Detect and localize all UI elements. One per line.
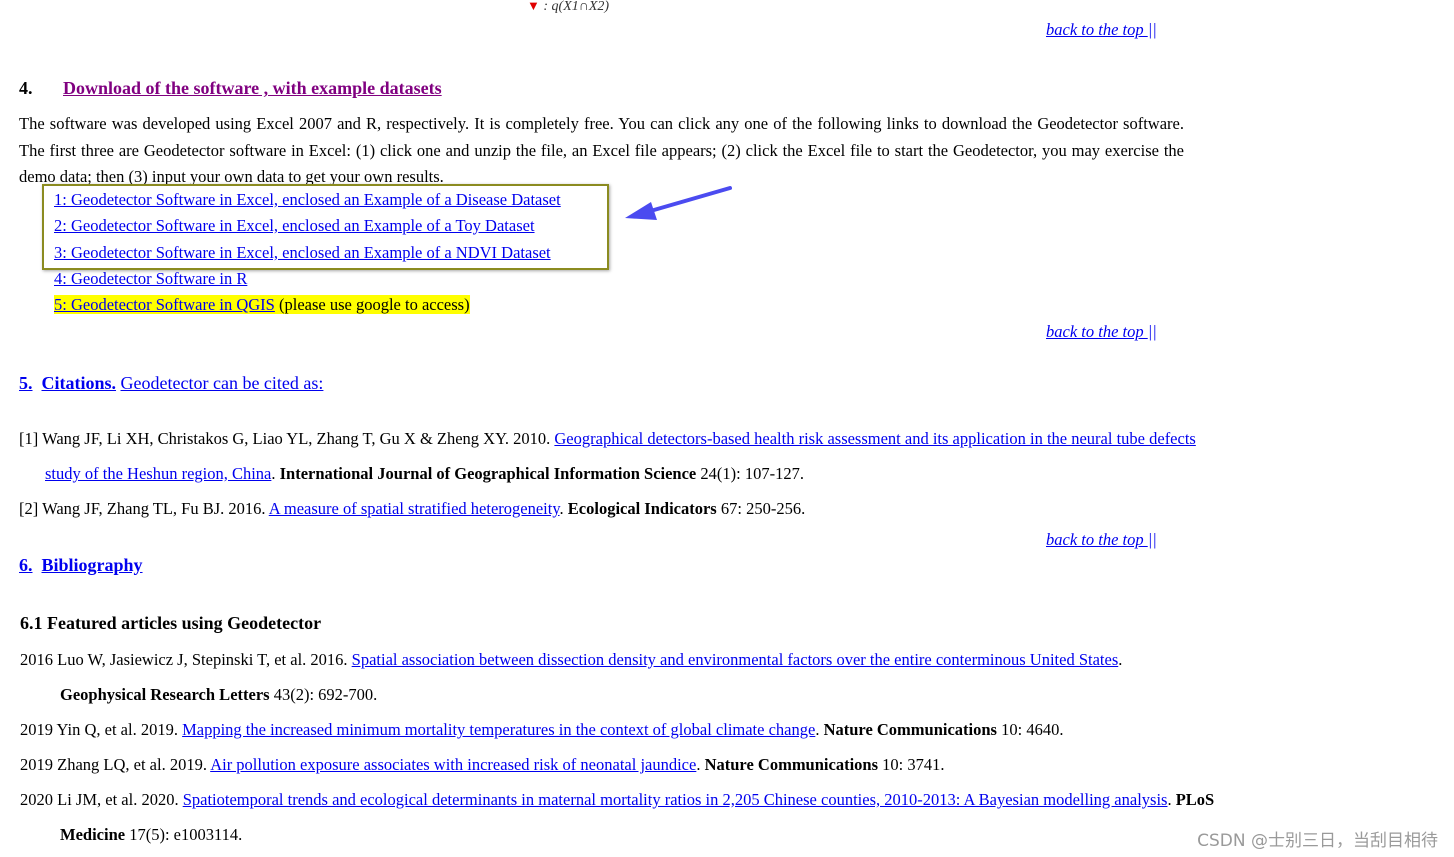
citation-1-suffix: 24(1): 107-127. [696, 464, 804, 483]
download-link-excel-ndvi[interactable]: 3: Geodetector Software in Excel, enclos… [54, 243, 551, 262]
download-link-excel-disease[interactable]: 1: Geodetector Software in Excel, enclos… [54, 190, 561, 209]
article-2: 2019 Yin Q, et al. 2019. Mapping the inc… [20, 720, 1064, 739]
section5-title-link[interactable]: Geodetector can be cited as: [121, 373, 324, 393]
back-to-top-sep: || [1147, 20, 1157, 39]
article-4-prefix: 2020 Li JM, et al. 2020. [20, 790, 183, 809]
annotation-arrow-icon [625, 186, 732, 220]
article-1-journal: Geophysical Research Letters [60, 685, 270, 704]
back-to-top-sep: || [1147, 322, 1157, 341]
download-item-2: 2: Geodetector Software in Excel, enclos… [54, 216, 535, 236]
download-item-5: 5: Geodetector Software in QGIS (please … [54, 295, 470, 315]
article-3: 2019 Zhang LQ, et al. 2019. Air pollutio… [20, 755, 945, 774]
article-3-link[interactable]: Air pollution exposure associates with i… [210, 755, 696, 774]
section5-title-bold-link[interactable]: Citations. [42, 373, 117, 393]
download-link-qgis[interactable]: 5: Geodetector Software in QGIS [54, 295, 275, 314]
citation-1: [1] Wang JF, Li XH, Christakos G, Liao Y… [19, 421, 1210, 491]
download-link-excel-toy[interactable]: 2: Geodetector Software in Excel, enclos… [54, 216, 535, 235]
article-2-suffix: 10: 4640. [996, 720, 1064, 739]
citation-1-journal: International Journal of Geographical In… [279, 464, 697, 483]
article-1-link[interactable]: Spatial association between dissection d… [352, 650, 1119, 669]
article-2-prefix: 2019 Yin Q, et al. 2019. [20, 720, 183, 739]
citation-2-prefix: [2] Wang JF, Zhang TL, Fu BJ. 2016. [19, 499, 269, 518]
section4-number: 4. [19, 78, 33, 98]
citation-2-journal: Ecological Indicators [567, 499, 717, 518]
section4-paragraph: The software was developed using Excel 2… [19, 114, 1184, 186]
section5-heading: 5. Citations. Geodetector can be cited a… [19, 373, 323, 394]
section4-heading: 4. Download of the software , with exampl… [19, 78, 442, 99]
article-4-link[interactable]: Spatiotemporal trends and ecological det… [183, 790, 1168, 809]
formula-fragment: ▼ : q(X1∩X2) [527, 0, 609, 15]
article-3-journal: Nature Communications [704, 755, 878, 774]
qgis-highlight: 5: Geodetector Software in QGIS (please … [54, 295, 470, 314]
download-link-r[interactable]: 4: Geodetector Software in R [54, 269, 247, 288]
citation-2: [2] Wang JF, Zhang TL, Fu BJ. 2016. A me… [19, 499, 806, 518]
back-to-top-link[interactable]: back to the top [1046, 20, 1148, 39]
citation-1-prefix-text: [1] Wang JF, Li XH, Christakos G, Liao Y… [19, 429, 555, 448]
section6-number-link[interactable]: 6. [19, 555, 33, 575]
citation-2-article-link[interactable]: A measure of spatial stratified heteroge… [269, 499, 560, 518]
back-to-top-link[interactable]: back to the top [1046, 530, 1148, 549]
csdn-watermark: CSDN @士别三日，当刮目相待 [1197, 831, 1438, 851]
back-to-top-sep: || [1147, 530, 1157, 549]
article-3-suffix: 10: 3741. [878, 755, 945, 774]
formula-marker: ▼ [527, 0, 540, 13]
download-item-3: 3: Geodetector Software in Excel, enclos… [54, 243, 551, 263]
section4-title-link[interactable]: Download of the software , with example … [63, 78, 442, 98]
article-2-link[interactable]: Mapping the increased minimum mortality … [182, 720, 815, 739]
download-item-4: 4: Geodetector Software in R [54, 269, 247, 289]
download-item-1: 1: Geodetector Software in Excel, enclos… [54, 190, 561, 210]
article-3-prefix: 2019 Zhang LQ, et al. 2019. [20, 755, 211, 774]
article-4: 2020 Li JM, et al. 2020. Spatiotemporal … [20, 790, 1215, 844]
article-1-suffix: 43(2): 692-700. [269, 685, 378, 704]
back-to-top-2: back to the top || [1046, 322, 1157, 342]
article-1: 2016 Luo W, Jasiewicz J, Stepinski T, et… [20, 650, 1123, 704]
article-1-prefix: 2016 Luo W, Jasiewicz J, Stepinski T, et… [20, 650, 352, 669]
back-to-top-1: back to the top || [1046, 20, 1157, 40]
citation-2-suffix: 67: 250-256. [716, 499, 806, 518]
section6-title-link[interactable]: Bibliography [42, 555, 143, 575]
formula-text: : q(X1∩X2) [543, 0, 610, 14]
back-to-top-3: back to the top || [1046, 530, 1157, 550]
article-2-journal: Nature Communications [823, 720, 997, 739]
article-4-suffix: 17(5): e1003114. [125, 825, 243, 844]
back-to-top-link[interactable]: back to the top [1046, 322, 1148, 341]
section5-number-link[interactable]: 5. [19, 373, 33, 393]
section61-heading: 6.1 Featured articles using Geodetector [20, 613, 322, 633]
qgis-note: (please use google to access) [278, 295, 470, 314]
section6-heading: 6. Bibliography [19, 555, 143, 576]
